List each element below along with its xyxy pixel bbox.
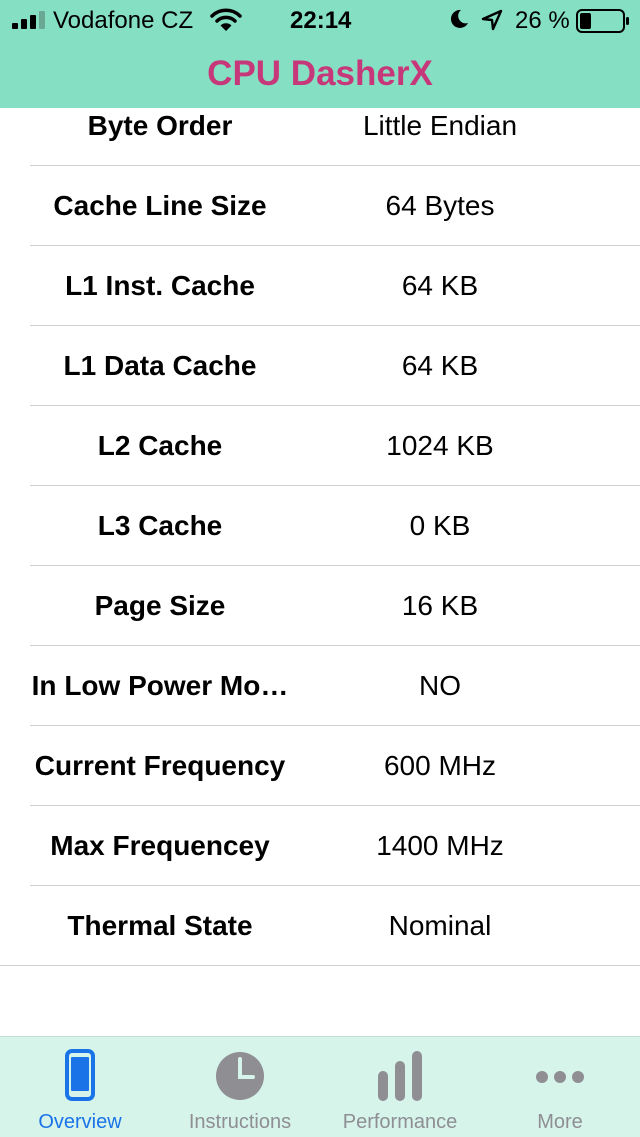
more-dots-icon [536,1071,584,1083]
row-value: 1024 KB [386,430,494,461]
row-value: Nominal [388,910,492,941]
row-label: L3 Cache [97,510,223,541]
list-item: Page Size 16 KB [0,566,640,646]
row-value: 64 Bytes [385,190,495,221]
row-value: 64 KB [401,350,479,381]
status-time: 22:14 [290,7,352,34]
tab-overview[interactable]: Overview [0,1037,160,1137]
row-label: Byte Order [87,110,233,141]
row-label: Current Frequency [34,750,286,781]
row-value: 1400 MHz [376,830,504,861]
tab-more[interactable]: More [480,1037,640,1137]
tab-label: Overview [38,1111,122,1133]
row-label: L1 Data Cache [63,350,257,381]
signal-icon [12,11,45,29]
row-value: Little Endian [362,110,518,141]
battery-percent: 26 % [515,7,570,34]
row-divider [0,965,640,966]
list-item: Byte Order Little Endian [0,86,640,166]
row-label: L2 Cache [97,430,223,461]
list-item: L2 Cache 1024 KB [0,406,640,486]
tab-performance[interactable]: Performance [320,1037,480,1137]
tab-label: More [537,1111,583,1133]
list-item: L3 Cache 0 KB [0,486,640,566]
moon-icon [450,9,468,28]
bar-chart-icon [378,1051,422,1101]
tab-label: Instructions [188,1111,292,1133]
row-label: Thermal State [67,910,253,941]
tab-label: Performance [342,1111,458,1133]
row-label: Max Frequencey [50,830,270,861]
battery-icon [576,9,629,33]
clock-icon [216,1052,264,1100]
cpu-info-list: Byte Order Little Endian Cache Line Size… [0,86,640,966]
row-value: 64 KB [401,270,479,301]
wifi-icon [210,8,242,31]
row-label: In Low Power Mo… [31,670,289,701]
row-value: 0 KB [409,510,471,541]
list-item: In Low Power Mo… NO [0,646,640,726]
row-value: NO [419,670,461,701]
list-item: Cache Line Size 64 Bytes [0,166,640,246]
list-item: Current Frequency 600 MHz [0,726,640,806]
list-item: Thermal State Nominal [0,886,640,966]
list-item: Max Frequencey 1400 MHz [0,806,640,886]
row-label: L1 Inst. Cache [65,270,255,301]
location-arrow-icon [481,9,503,31]
row-label: Cache Line Size [53,190,267,221]
row-value: 16 KB [401,590,479,621]
phone-icon [65,1049,95,1101]
status-bar: Vodafone CZ 22:14 26 % [0,0,640,40]
row-label: Page Size [94,590,226,621]
carrier-name: Vodafone CZ [53,7,194,34]
list-item: L1 Data Cache 64 KB [0,326,640,406]
row-value: 600 MHz [383,750,497,781]
tab-instructions[interactable]: Instructions [160,1037,320,1137]
tab-bar: Overview Instructions Performance More [0,1036,640,1137]
list-item: L1 Inst. Cache 64 KB [0,246,640,326]
